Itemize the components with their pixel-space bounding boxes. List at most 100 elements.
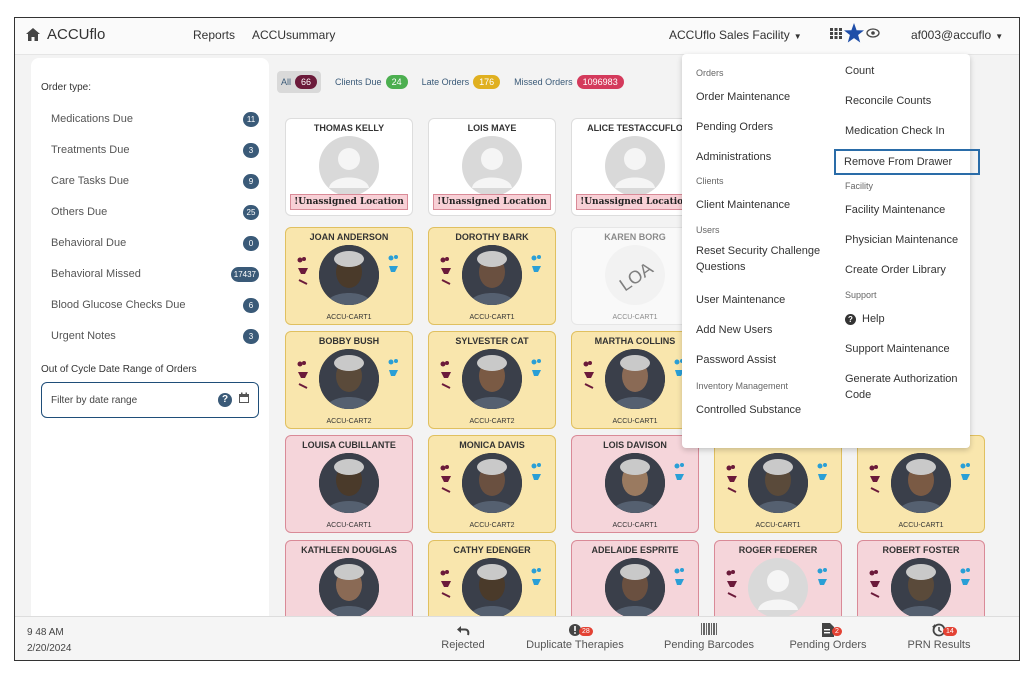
medication-icon	[726, 570, 737, 598]
menu-item-support-maintenance[interactable]: Support Maintenance	[845, 341, 971, 357]
date-range-filter[interactable]: Filter by date range ?	[41, 382, 259, 418]
menu-item-physician-maintenance[interactable]: Physician Maintenance	[845, 232, 971, 248]
sidebar-item-behavioral-missed[interactable]: Behavioral Missed 17437	[51, 263, 259, 285]
sidebar-item-care-tasks-due[interactable]: Care Tasks Due 9	[51, 170, 259, 192]
tab-late-orders[interactable]: Late Orders 176	[422, 71, 501, 93]
avatar	[605, 136, 665, 196]
care-icon	[531, 568, 541, 585]
client-card[interactable]: ALICE TESTACCUFLO !Unassigned Location	[571, 118, 699, 216]
client-photo	[462, 453, 522, 513]
menu-item-user-maintenance[interactable]: User Maintenance	[696, 292, 824, 308]
count-badge: 3	[243, 328, 259, 344]
client-name: CATHY EDENGER	[453, 545, 531, 555]
calendar-icon[interactable]	[238, 392, 250, 404]
medication-icon	[440, 570, 451, 598]
nav-reports[interactable]: Reports	[193, 28, 235, 42]
count-badge: 25	[243, 204, 259, 220]
medication-icon	[869, 570, 880, 598]
menu-item-administrations[interactable]: Administrations	[696, 149, 824, 165]
menu-item-help[interactable]: ? Help	[845, 311, 971, 327]
medication-icon	[440, 257, 451, 285]
menu-item-reset-security-challenge-questions[interactable]: Reset Security Challenge Questions	[696, 243, 824, 275]
menu-section-clients: Clients	[696, 176, 724, 186]
medication-icon	[440, 465, 451, 493]
help-icon: ?	[845, 314, 856, 325]
client-card[interactable]: LOIS DAVISON ACCU-CART1	[571, 435, 699, 533]
menu-item-count[interactable]: Count	[845, 63, 971, 79]
client-card[interactable]: DOROTHY BARK ACCU-CART1	[428, 227, 556, 325]
menu-item-reconcile-counts[interactable]: Reconcile Counts	[845, 93, 971, 109]
avatar	[319, 349, 379, 409]
sidebar-item-blood-glucose-checks-due[interactable]: Blood Glucose Checks Due 6	[51, 294, 259, 316]
footer-pending-barcodes-button[interactable]: Pending Barcodes	[649, 623, 769, 651]
client-card[interactable]: THOMAS KELLY !Unassigned Location	[285, 118, 413, 216]
client-card[interactable]: BILLY DELANOTACCU-CART1	[714, 435, 842, 533]
sidebar-item-others-due[interactable]: Others Due 25	[51, 201, 259, 223]
grid-menu-icon[interactable]	[830, 27, 842, 39]
client-card[interactable]: BOBBY BUSH ACCU-CART2	[285, 331, 413, 429]
sidebar-item-medications-due[interactable]: Medications Due 11	[51, 108, 259, 130]
tab-missed-orders[interactable]: Missed Orders 1096983	[514, 71, 624, 93]
menu-item-client-maintenance[interactable]: Client Maintenance	[696, 197, 824, 213]
sidebar-item-treatments-due[interactable]: Treatments Due 3	[51, 139, 259, 161]
sidebar-item-urgent-notes[interactable]: Urgent Notes 3	[51, 325, 259, 347]
footer-duplicate-therapies-button[interactable]: 28 Duplicate Therapies	[515, 623, 635, 651]
footer-label: Pending Barcodes	[664, 639, 754, 651]
facility-dropdown[interactable]: ACCUflo Sales Facility ▼	[669, 28, 802, 42]
menu-item-add-new-users[interactable]: Add New Users	[696, 322, 824, 338]
menu-item-order-maintenance[interactable]: Order Maintenance	[696, 89, 824, 105]
client-card[interactable]: KAREN BORG LOA ACCU-CART1	[571, 227, 699, 325]
count-badge: 11	[243, 111, 259, 127]
client-photo	[462, 558, 522, 618]
care-icon	[531, 359, 541, 376]
cart-label: ACCU-CART2	[469, 522, 515, 529]
count-badge: 0	[243, 235, 259, 251]
avatar	[891, 558, 951, 618]
tab-all[interactable]: All 66	[277, 71, 322, 93]
footer-pending-orders-button[interactable]: 2 Pending Orders	[768, 623, 888, 651]
help-icon[interactable]: ?	[218, 393, 232, 407]
client-card[interactable]: JOAN ANDERSON ACCU-CART1	[285, 227, 413, 325]
client-card[interactable]: JANE DOEACCU-CART1	[857, 435, 985, 533]
sidebar-item-behavioral-due[interactable]: Behavioral Due 0	[51, 232, 259, 254]
menu-item-create-order-library[interactable]: Create Order Library	[845, 262, 971, 278]
avatar	[605, 349, 665, 409]
avatar	[319, 558, 379, 618]
footer-rejected-button[interactable]: Rejected	[403, 623, 523, 651]
menu-item-facility-maintenance[interactable]: Facility Maintenance	[845, 202, 971, 218]
menu-item-remove-from-drawer[interactable]: Remove From Drawer	[834, 149, 980, 175]
client-name: THOMAS KELLY	[313, 123, 385, 133]
footer-prn-results-button[interactable]: 14 PRN Results	[879, 623, 999, 651]
menu-item-pending-orders[interactable]: Pending Orders	[696, 119, 824, 135]
tab-count-badge: 176	[473, 75, 501, 89]
top-navbar: ACCUflo Reports ACCUsummary ACCUflo Sale…	[15, 18, 1019, 55]
medication-icon	[726, 465, 737, 493]
menu-item-medication-check-in[interactable]: Medication Check In	[845, 123, 971, 139]
cart-label: ACCU-CART1	[469, 314, 515, 321]
menu-item-generate-authorization-code[interactable]: Generate Authorization Code	[845, 371, 971, 403]
avatar	[319, 453, 379, 513]
menu-item-controlled-substance[interactable]: Controlled Substance	[696, 402, 824, 418]
brand[interactable]: ACCUflo	[25, 26, 105, 43]
cart-label: ACCU-CART1	[898, 522, 944, 529]
client-photo	[891, 453, 951, 513]
client-name: BOBBY BUSH	[318, 336, 380, 346]
care-icon	[531, 255, 541, 272]
client-card[interactable]: LOUISA CUBILLANTE ACCU-CART1	[285, 435, 413, 533]
app-name: ACCUflo	[47, 26, 106, 43]
sidebar-item-label: Blood Glucose Checks Due	[51, 299, 186, 311]
tab-clients-due[interactable]: Clients Due 24	[335, 71, 408, 93]
cart-label: ACCU-CART2	[326, 418, 372, 425]
menu-item-password-assist[interactable]: Password Assist	[696, 352, 824, 368]
client-photo	[605, 349, 665, 409]
client-card[interactable]: MONICA DAVIS ACCU-CART2	[428, 435, 556, 533]
count-badge: 2	[832, 627, 842, 636]
eye-icon[interactable]	[866, 28, 880, 38]
sidebar-item-label: Treatments Due	[51, 144, 130, 156]
client-card[interactable]: SYLVESTER CAT ACCU-CART2	[428, 331, 556, 429]
client-card[interactable]: MARTHA COLLINS ACCU-CART1	[571, 331, 699, 429]
app-window: ACCUflo Reports ACCUsummary ACCUflo Sale…	[14, 17, 1020, 661]
client-card[interactable]: LOIS MAYE !Unassigned Location	[428, 118, 556, 216]
nav-accusummary[interactable]: ACCUsummary	[252, 28, 335, 42]
user-menu[interactable]: af003@accuflo ▼	[911, 28, 1003, 42]
